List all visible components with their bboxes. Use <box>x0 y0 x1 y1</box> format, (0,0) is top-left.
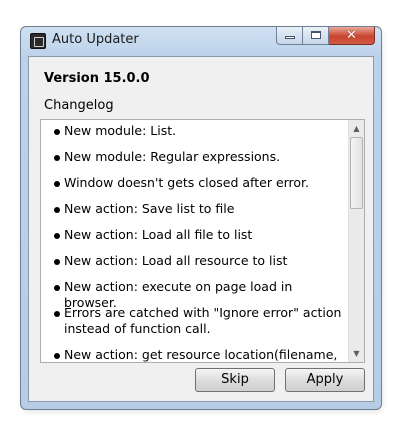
list-item: New action: execute on page load in brow… <box>41 276 350 310</box>
minimize-icon <box>285 36 295 39</box>
bullet-icon <box>54 353 60 359</box>
maximize-icon <box>311 31 321 39</box>
close-button[interactable]: ✕ <box>329 27 375 45</box>
skip-button[interactable]: Skip <box>195 368 275 392</box>
changelog-items: New module: List. New module: Regular ex… <box>41 120 350 362</box>
list-item: New action: Save list to file <box>41 198 350 224</box>
window-title: Auto Updater <box>52 32 139 47</box>
bullet-icon <box>54 285 60 291</box>
bullet-icon <box>54 155 60 161</box>
caption-buttons: ✕ <box>276 27 375 47</box>
scrollbar-thumb[interactable] <box>350 137 363 209</box>
list-item: Window doesn't gets closed after error. <box>41 172 350 198</box>
bullet-icon <box>54 207 60 213</box>
list-item: New action: get resource location(filena… <box>41 344 350 362</box>
bullet-icon <box>54 311 60 317</box>
scroll-up-arrow-icon[interactable]: ▲ <box>349 120 364 137</box>
changelog-list[interactable]: New module: List. New module: Regular ex… <box>40 119 365 363</box>
list-item: New module: Regular expressions. <box>41 146 350 172</box>
changelog-label: Changelog <box>44 98 114 113</box>
version-label: Version 15.0.0 <box>44 71 150 86</box>
apply-button[interactable]: Apply <box>285 368 365 392</box>
minimize-button[interactable] <box>276 27 303 45</box>
bullet-icon <box>54 259 60 265</box>
window-client-area: Version 15.0.0 Changelog New module: Lis… <box>28 56 374 402</box>
list-item: New module: List. <box>41 120 350 146</box>
bullet-icon <box>54 233 60 239</box>
list-item: New action: Load all resource to list <box>41 250 350 276</box>
bullet-icon <box>54 181 60 187</box>
bullet-icon <box>54 129 60 135</box>
scroll-down-arrow-icon[interactable]: ▼ <box>349 345 364 362</box>
close-icon: ✕ <box>346 28 357 43</box>
vertical-scrollbar[interactable]: ▲ ▼ <box>348 120 364 362</box>
maximize-button[interactable] <box>303 27 329 45</box>
app-icon <box>30 33 46 49</box>
auto-updater-window: Auto Updater ✕ Version 15.0.0 Changelog … <box>20 26 382 410</box>
list-item: New action: Load all file to list <box>41 224 350 250</box>
list-item: Errors are catched with "Ignore error" a… <box>41 302 350 344</box>
title-bar[interactable]: Auto Updater ✕ <box>21 27 381 56</box>
